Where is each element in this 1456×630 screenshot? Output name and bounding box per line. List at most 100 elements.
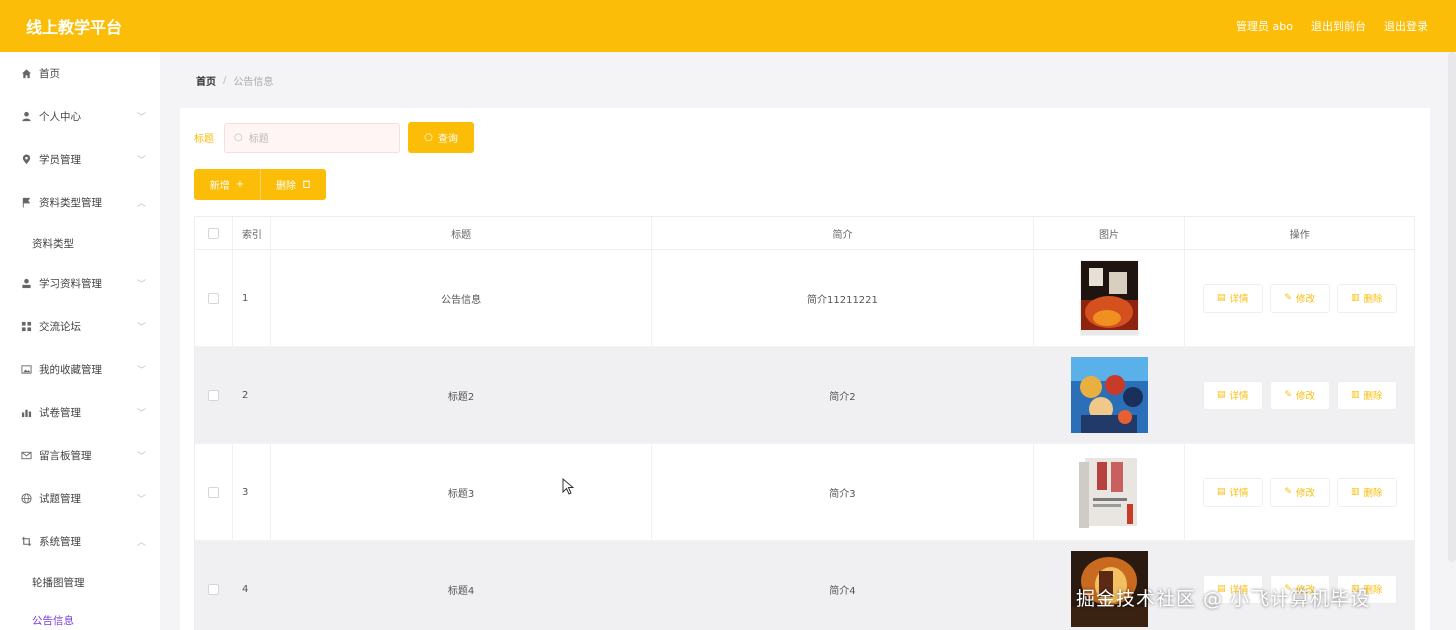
trash-icon bbox=[302, 179, 311, 191]
chevron-down-icon: ﹀ bbox=[136, 366, 146, 376]
delete-button[interactable]: ▥ 删除 bbox=[1336, 283, 1397, 313]
delete-label: 删除 bbox=[1363, 488, 1383, 499]
batch-delete-label: 删除 bbox=[276, 181, 296, 192]
row-checkbox[interactable] bbox=[207, 389, 219, 401]
picture-icon bbox=[20, 364, 32, 376]
watermark: 掘金技术社区 @ 小飞计算机毕设 bbox=[1076, 588, 1371, 610]
sidebar-item-label: 我的收藏管理 bbox=[39, 364, 102, 376]
sidebar-item-exam-papers[interactable]: 试卷管理 ﹀ bbox=[0, 391, 160, 434]
sidebar-item-system[interactable]: 系统管理 ︿ bbox=[0, 520, 160, 563]
row-operations: ▤ 详情 ✎ 修改 ▥ 删除 bbox=[1202, 283, 1397, 313]
document-icon: ▤ bbox=[1216, 487, 1226, 497]
edit-button[interactable]: ✎ 修改 bbox=[1269, 477, 1330, 507]
delete-button[interactable]: ▥ 删除 bbox=[1336, 380, 1397, 410]
detail-button[interactable]: ▤ 详情 bbox=[1202, 477, 1263, 507]
edit-label: 修改 bbox=[1295, 391, 1315, 402]
row-title: 标题2 bbox=[271, 347, 653, 443]
row-index: 4 bbox=[233, 541, 271, 630]
edit-button[interactable]: ✎ 修改 bbox=[1269, 283, 1330, 313]
sidebar-item-study-materials[interactable]: 学习资料管理 ﹀ bbox=[0, 262, 160, 305]
row-operations: ▤ 详情 ✎ 修改 ▥ 删除 bbox=[1202, 477, 1397, 507]
sidebar-item-home[interactable]: 首页 bbox=[0, 52, 160, 95]
add-button-label: 新增 bbox=[209, 181, 230, 192]
table-row: 1 公告信息 简介11211221 ▤ 详情 ✎ 修改 ▥ 删除 bbox=[195, 250, 1414, 347]
row-intro: 简介2 bbox=[652, 347, 1034, 443]
breadcrumb-home[interactable]: 首页 bbox=[196, 73, 216, 88]
announcement-thumbnail bbox=[1071, 260, 1148, 336]
sidebar-item-label: 个人中心 bbox=[39, 111, 81, 123]
row-index: 3 bbox=[233, 444, 271, 540]
chevron-down-icon: ﹀ bbox=[136, 409, 146, 419]
page-scrollbar[interactable] bbox=[1448, 52, 1456, 562]
chevron-down-icon: ﹀ bbox=[136, 495, 146, 505]
sidebar-item-students[interactable]: 学员管理 ﹀ bbox=[0, 138, 160, 181]
sidebar-item-personal-center[interactable]: 个人中心 ﹀ bbox=[0, 95, 160, 138]
table-row: 3 标题3 简介3 ▤ 详情 ✎ 修改 ▥ 删除 bbox=[195, 444, 1414, 541]
sidebar-item-message-board[interactable]: 留言板管理 ﹀ bbox=[0, 434, 160, 477]
row-index: 2 bbox=[233, 347, 271, 443]
header-index: 索引 bbox=[233, 217, 271, 249]
document-icon: ▤ bbox=[1216, 293, 1226, 303]
chevron-up-icon: ︿ bbox=[136, 538, 146, 548]
top-actions: 管理员 abo 退出到前台 退出登录 bbox=[1236, 18, 1428, 34]
search-icon: ○ bbox=[424, 132, 433, 143]
sidebar-subitem-carousel[interactable]: 轮播图管理 bbox=[0, 563, 160, 601]
chevron-up-icon: ︿ bbox=[136, 199, 146, 209]
add-button[interactable]: 新增 + bbox=[194, 169, 260, 200]
sidebar-item-label: 首页 bbox=[39, 68, 60, 80]
detail-button[interactable]: ▤ 详情 bbox=[1202, 283, 1263, 313]
edit-label: 修改 bbox=[1295, 294, 1315, 305]
exit-to-front-link[interactable]: 退出到前台 bbox=[1311, 18, 1366, 34]
sidebar-item-label: 试卷管理 bbox=[39, 407, 81, 419]
sidebar-item-favorites[interactable]: 我的收藏管理 ﹀ bbox=[0, 348, 160, 391]
table-header: 索引 标题 简介 图片 操作 bbox=[195, 217, 1414, 250]
sidebar-item-forum[interactable]: 交流论坛 ﹀ bbox=[0, 305, 160, 348]
admin-user-label[interactable]: 管理员 abo bbox=[1236, 18, 1293, 34]
batch-delete-button[interactable]: 删除 bbox=[260, 169, 326, 200]
row-title: 公告信息 bbox=[271, 250, 653, 346]
row-checkbox[interactable] bbox=[207, 292, 219, 304]
trash-icon: ▥ bbox=[1350, 293, 1360, 303]
delete-button[interactable]: ▥ 删除 bbox=[1336, 477, 1397, 507]
detail-label: 详情 bbox=[1229, 294, 1249, 305]
crop-icon bbox=[20, 536, 32, 548]
edit-button[interactable]: ✎ 修改 bbox=[1269, 380, 1330, 410]
row-operations: ▤ 详情 ✎ 修改 ▥ 删除 bbox=[1202, 380, 1397, 410]
header-ops: 操作 bbox=[1289, 229, 1310, 241]
search-label: 标题 bbox=[194, 134, 214, 145]
sidebar-item-material-types[interactable]: 资料类型管理 ︿ bbox=[0, 181, 160, 224]
logout-link[interactable]: 退出登录 bbox=[1384, 18, 1428, 34]
sidebar-item-label: 试题管理 bbox=[39, 493, 81, 505]
globe-icon bbox=[20, 493, 32, 505]
select-all-checkbox[interactable] bbox=[207, 227, 219, 239]
sidebar-subitem-material-type[interactable]: 资料类型 bbox=[0, 224, 160, 262]
search-form: 标题 ○ 标题 ○ 查询 bbox=[194, 122, 474, 153]
trash-icon: ▥ bbox=[1350, 390, 1360, 400]
detail-button[interactable]: ▤ 详情 bbox=[1202, 380, 1263, 410]
search-button[interactable]: ○ 查询 bbox=[408, 122, 474, 153]
row-checkbox[interactable] bbox=[207, 486, 219, 498]
breadcrumb-separator: / bbox=[223, 74, 227, 86]
grid-icon bbox=[20, 321, 32, 333]
row-intro: 简介11211221 bbox=[652, 250, 1034, 346]
detail-label: 详情 bbox=[1229, 488, 1249, 499]
trash-icon: ▥ bbox=[1350, 487, 1360, 497]
row-intro: 简介3 bbox=[652, 444, 1034, 540]
search-placeholder: 标题 bbox=[248, 134, 269, 145]
edit-icon: ✎ bbox=[1284, 293, 1292, 303]
announcement-thumbnail bbox=[1070, 454, 1148, 530]
sidebar-item-label: 学员管理 bbox=[39, 154, 81, 166]
sidebar-item-questions[interactable]: 试题管理 ﹀ bbox=[0, 477, 160, 520]
row-title: 标题3 bbox=[271, 444, 653, 540]
sidebar-subitem-announcements[interactable]: 公告信息 bbox=[0, 601, 160, 630]
search-input[interactable]: ○ 标题 bbox=[224, 122, 400, 153]
action-bar: 新增 + 删除 bbox=[194, 169, 326, 200]
top-bar: 线上教学平台 管理员 abo 退出到前台 退出登录 bbox=[0, 0, 1456, 52]
sidebar-item-label: 轮播图管理 bbox=[32, 576, 85, 589]
row-title: 标题4 bbox=[271, 541, 653, 630]
chevron-down-icon: ﹀ bbox=[136, 156, 146, 166]
detail-label: 详情 bbox=[1229, 391, 1249, 402]
sidebar-item-label: 资料类型管理 bbox=[39, 197, 102, 209]
row-checkbox[interactable] bbox=[207, 583, 219, 595]
breadcrumb-current: 公告信息 bbox=[233, 76, 274, 88]
